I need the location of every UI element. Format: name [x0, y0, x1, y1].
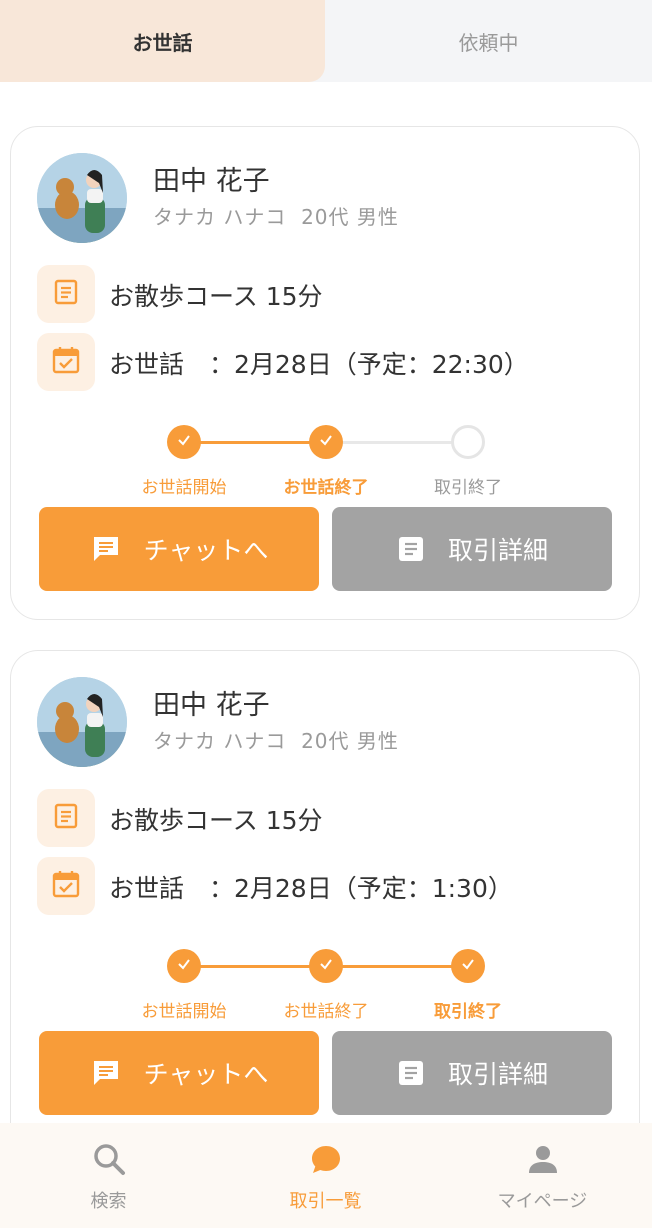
course-text: お散歩コース 15分	[109, 282, 323, 311]
user-sub: タナカ ハナコ 20代 男性	[153, 725, 399, 754]
check-icon	[318, 432, 334, 452]
step-1-dot	[167, 425, 201, 459]
step-2-label: お世話終了	[283, 478, 369, 498]
progress-line-1	[184, 965, 326, 968]
tab-iraichu-label: 依頼中	[458, 30, 519, 55]
chat-button-label: チャットへ	[143, 1060, 269, 1089]
calendar-check-icon	[51, 345, 81, 379]
detail-button[interactable]: 取引詳細	[332, 507, 612, 591]
schedule-icon-box	[37, 857, 95, 915]
progress-line-1	[184, 441, 326, 444]
person-icon	[434, 1141, 651, 1181]
calendar-check-icon	[51, 869, 81, 903]
chat-icon	[90, 1057, 122, 1089]
nav-mypage[interactable]: マイページ	[434, 1123, 651, 1228]
progress-line-2	[326, 441, 468, 444]
document-icon	[52, 802, 80, 834]
step-2-dot	[309, 949, 343, 983]
user-name: 田中 花子	[153, 690, 270, 721]
step-1-dot	[167, 949, 201, 983]
step-3-dot	[451, 425, 485, 459]
course-text: お散歩コース 15分	[109, 806, 323, 835]
progress-line-2	[326, 965, 468, 968]
progress-stepper: お世話開始 お世話終了 取引終了	[11, 423, 641, 513]
tab-osewa[interactable]: お世話	[0, 0, 325, 82]
tab-osewa-label: お世話	[132, 30, 193, 55]
step-2-dot	[309, 425, 343, 459]
search-icon	[0, 1141, 217, 1181]
chat-button[interactable]: チャットへ	[39, 507, 319, 591]
chat-bubble-icon	[217, 1141, 434, 1181]
step-3-dot	[451, 949, 485, 983]
progress-stepper: お世話開始 お世話終了 取引終了	[11, 947, 641, 1037]
chat-button-label: チャットへ	[143, 536, 269, 565]
chat-button[interactable]: チャットへ	[39, 1031, 319, 1115]
detail-button-label: 取引詳細	[447, 536, 548, 565]
detail-button-label: 取引詳細	[447, 1060, 548, 1089]
step-3-label: 取引終了	[434, 478, 502, 498]
check-icon	[176, 432, 192, 452]
course-icon-box	[37, 789, 95, 847]
course-icon-box	[37, 265, 95, 323]
nav-mypage-label: マイページ	[497, 1191, 588, 1212]
document-icon	[396, 1058, 426, 1088]
user-name: 田中 花子	[153, 166, 270, 197]
check-icon	[176, 956, 192, 976]
tab-bar: お世話 依頼中	[0, 0, 652, 82]
step-1-label: お世話開始	[141, 1002, 227, 1022]
user-kana: タナカ ハナコ	[153, 729, 287, 753]
step-3-label: 取引終了	[434, 1002, 502, 1022]
user-age-gender: 20代 男性	[301, 205, 399, 229]
check-icon	[318, 956, 334, 976]
nav-search-label: 検索	[90, 1191, 127, 1212]
nav-search[interactable]: 検索	[0, 1123, 217, 1228]
avatar	[37, 677, 127, 767]
nav-transactions-label: 取引一覧	[289, 1191, 362, 1212]
document-icon	[396, 534, 426, 564]
step-1-label: お世話開始	[141, 478, 227, 498]
transaction-card: 田中 花子 タナカ ハナコ 20代 男性 お散歩コース 15分 お世話 ：2月2…	[10, 650, 640, 1190]
check-icon	[460, 956, 476, 976]
schedule-text: お世話 ：2月28日（予定：1:30）	[109, 874, 513, 903]
step-2-label: お世話終了	[283, 1002, 369, 1022]
avatar	[37, 153, 127, 243]
chat-icon	[90, 533, 122, 565]
user-age-gender: 20代 男性	[301, 729, 399, 753]
tab-iraichu[interactable]: 依頼中	[325, 0, 652, 82]
user-sub: タナカ ハナコ 20代 男性	[153, 201, 399, 230]
user-kana: タナカ ハナコ	[153, 205, 287, 229]
transaction-card: 田中 花子 タナカ ハナコ 20代 男性 お散歩コース 15分 お世話 ：2月2…	[10, 126, 640, 620]
bottom-nav: 検索 取引一覧 マイページ	[0, 1123, 652, 1228]
nav-transactions[interactable]: 取引一覧	[217, 1123, 434, 1228]
schedule-icon-box	[37, 333, 95, 391]
document-icon	[52, 278, 80, 310]
schedule-text: お世話 ：2月28日（予定：22:30）	[109, 350, 529, 379]
detail-button[interactable]: 取引詳細	[332, 1031, 612, 1115]
